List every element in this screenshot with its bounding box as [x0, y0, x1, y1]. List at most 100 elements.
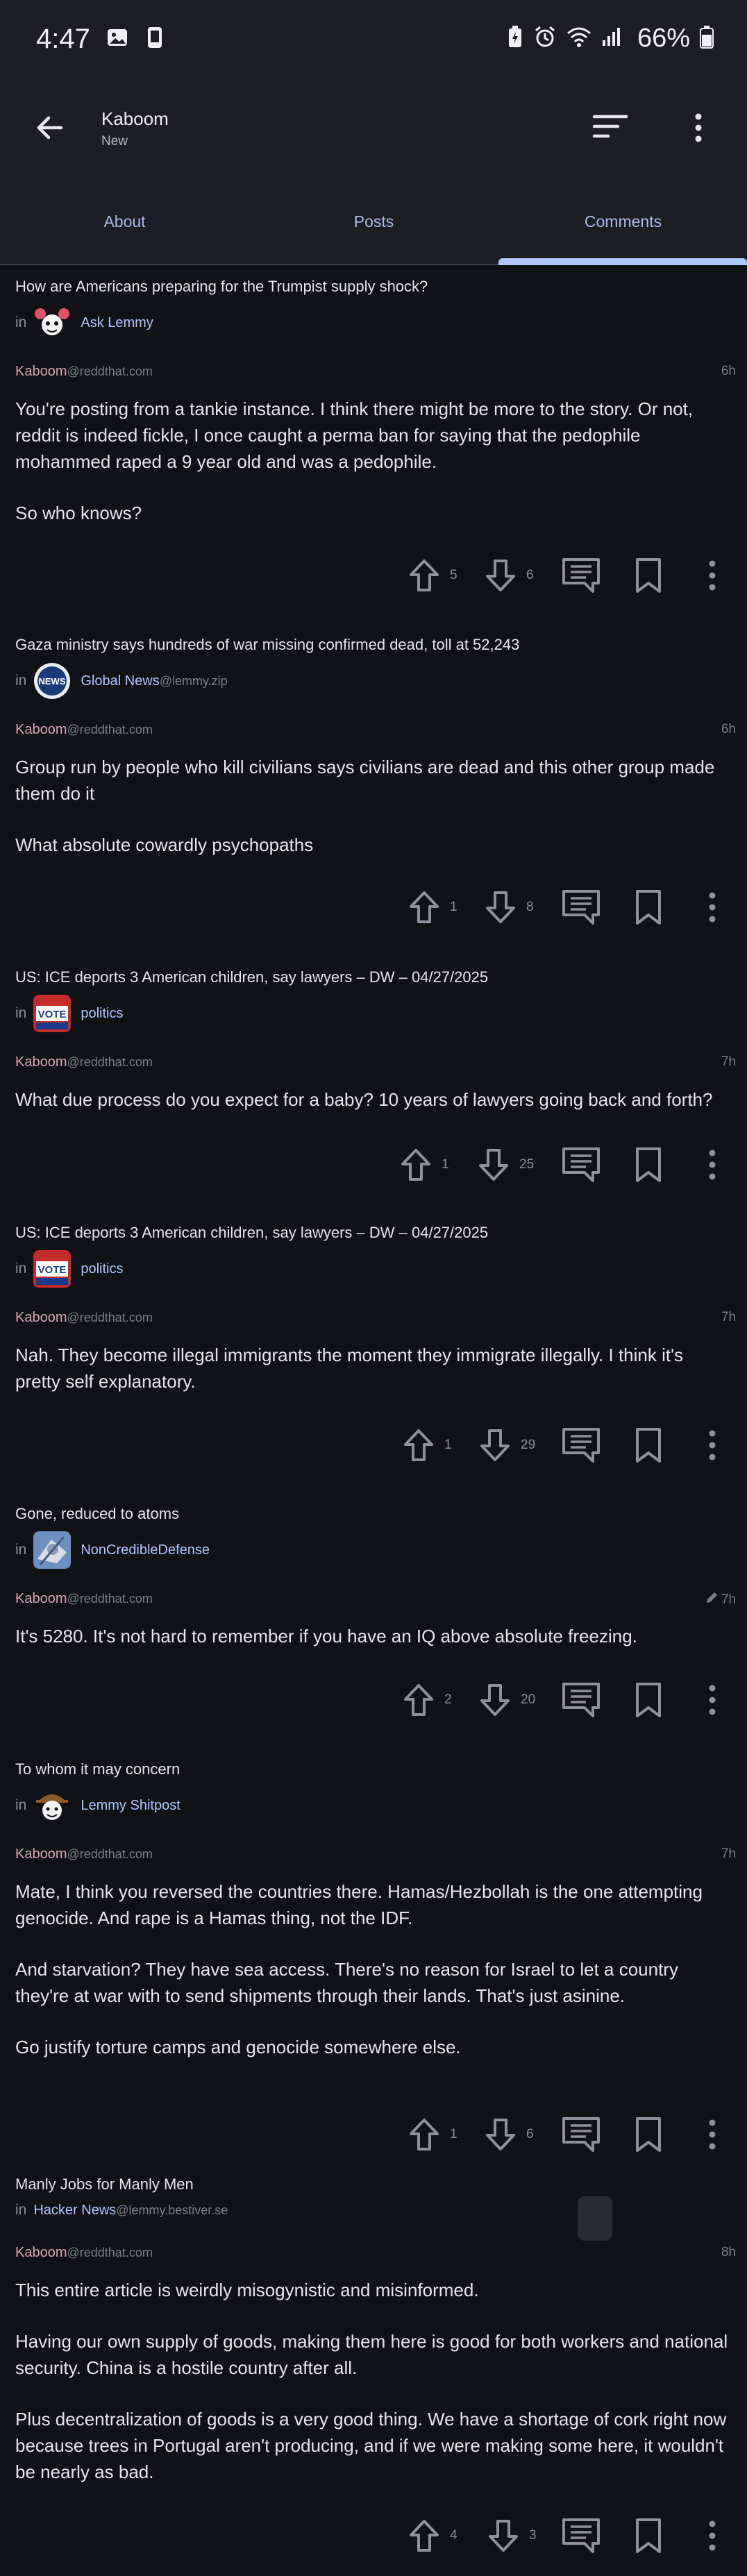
comment-meta[interactable]: Kaboom@reddthat.com	[15, 2245, 153, 2261]
more-options-icon[interactable]	[687, 112, 710, 146]
edited-pencil-icon	[705, 1591, 719, 1609]
bookmark-icon[interactable]	[633, 2511, 664, 2560]
battery-percent: 66%	[637, 24, 690, 53]
community-avatar	[33, 1531, 72, 1569]
downvote-button[interactable]: 20	[478, 1676, 535, 1724]
tab-comments[interactable]: Comments	[498, 179, 747, 264]
post-title[interactable]: Manly Jobs for Manly Men	[15, 2175, 194, 2194]
author-instance: @reddthat.com	[67, 2246, 153, 2259]
reply-icon[interactable]	[561, 1140, 601, 1189]
upvote-button[interactable]: 1	[398, 1140, 449, 1189]
community-row[interactable]: in Ask Lemmy	[15, 304, 153, 342]
bookmark-icon[interactable]	[633, 1421, 664, 1470]
upvote-button[interactable]: 1	[407, 883, 458, 932]
bookmark-icon[interactable]	[633, 551, 664, 600]
downvote-button[interactable]: 6	[483, 551, 534, 600]
bookmark-icon[interactable]	[633, 1140, 664, 1189]
comment-meta[interactable]: Kaboom@reddthat.com	[15, 1054, 153, 1070]
in-label: in	[15, 673, 27, 689]
author-name: Kaboom	[15, 1054, 67, 1070]
in-label: in	[15, 1542, 27, 1558]
community-row[interactable]: in Hacker News @lemmy.bestiver.se	[15, 2202, 228, 2219]
comment-meta[interactable]: Kaboom@reddthat.com	[15, 1310, 153, 1326]
community-row[interactable]: in NonCredibleDefense	[15, 1531, 210, 1569]
svg-text:VOTE: VOTE	[38, 1009, 67, 1020]
comment-more-icon[interactable]	[701, 1421, 723, 1470]
upvote-button[interactable]: 5	[407, 551, 458, 600]
post-title[interactable]: To whom it may concern	[15, 1760, 180, 1778]
app-bar-titles: Kaboom New	[101, 108, 169, 149]
comment-meta[interactable]: Kaboom@reddthat.com	[15, 722, 153, 738]
upvote-button[interactable]: 4	[407, 2511, 458, 2560]
comment-more-icon[interactable]	[701, 551, 723, 600]
reply-icon[interactable]	[561, 2110, 601, 2159]
comment-time: 7h	[721, 1310, 736, 1325]
community-name: politics	[81, 1261, 124, 1277]
reply-icon[interactable]	[561, 2511, 601, 2560]
downvote-button[interactable]: 6	[483, 2110, 534, 2159]
community-instance: @lemmy.zip	[159, 673, 228, 688]
tab-indicator	[498, 258, 747, 265]
time-label: 6h	[721, 364, 736, 378]
tab-about[interactable]: About	[0, 179, 249, 264]
community-row[interactable]: in VOTE politics	[15, 1250, 124, 1288]
sort-icon[interactable]	[591, 112, 629, 145]
comment-more-icon[interactable]	[701, 1140, 723, 1189]
comment-more-icon[interactable]	[701, 2511, 723, 2560]
comment-meta[interactable]: Kaboom@reddthat.com	[15, 364, 153, 380]
upvote-button[interactable]: 1	[401, 1421, 452, 1470]
author-name: Kaboom	[15, 2245, 67, 2260]
comment-meta[interactable]: Kaboom@reddthat.com	[15, 1846, 153, 1862]
wifi-icon	[566, 26, 591, 51]
post-title[interactable]: US: ICE deports 3 American children, say…	[15, 968, 488, 986]
author-name: Kaboom	[15, 364, 67, 379]
upvote-count: 1	[450, 900, 458, 914]
comment-body: Nah. They become illegal immigrants the …	[15, 1342, 729, 1420]
post-title[interactable]: US: ICE deports 3 American children, say…	[15, 1224, 488, 1242]
downvote-button[interactable]: 29	[478, 1421, 535, 1470]
post-title[interactable]: How are Americans preparing for the Trum…	[15, 278, 428, 296]
time-label: 8h	[721, 2245, 736, 2259]
community-avatar	[33, 304, 72, 342]
status-time: 4:47	[36, 23, 90, 54]
author-instance: @reddthat.com	[67, 723, 153, 736]
author-instance: @reddthat.com	[67, 364, 153, 378]
bookmark-icon[interactable]	[633, 883, 664, 932]
comment-more-icon[interactable]	[701, 2110, 723, 2159]
comment-meta[interactable]: Kaboom@reddthat.com	[15, 1591, 153, 1607]
reply-icon[interactable]	[561, 1421, 601, 1470]
author-name: Kaboom	[15, 722, 67, 737]
comment-body: Group run by people who kill civilians s…	[15, 754, 729, 883]
comment-time: 6h	[721, 364, 736, 379]
post-title[interactable]: Gone, reduced to atoms	[15, 1505, 179, 1523]
downvote-button[interactable]: 25	[476, 1140, 534, 1189]
community-row[interactable]: in NEWS Global News @lemmy.zip	[15, 662, 228, 700]
reply-icon[interactable]	[561, 1676, 601, 1724]
bookmark-icon[interactable]	[633, 1676, 664, 1724]
comment-body: You're posting from a tankie instance. I…	[15, 396, 729, 551]
downvote-count: 6	[526, 2127, 534, 2141]
alarm-icon	[533, 25, 557, 52]
post-title[interactable]: Gaza ministry says hundreds of war missi…	[15, 636, 519, 654]
gallery-notification-icon	[106, 26, 129, 53]
tab-posts[interactable]: Posts	[249, 179, 498, 264]
community-row[interactable]: in Lemmy Shitpost	[15, 1787, 181, 1824]
reply-icon[interactable]	[561, 883, 601, 932]
reply-icon[interactable]	[561, 551, 601, 600]
comment-more-icon[interactable]	[701, 883, 723, 932]
author-instance: @reddthat.com	[67, 1311, 153, 1324]
downvote-button[interactable]: 8	[483, 883, 534, 932]
bookmark-icon[interactable]	[633, 2110, 664, 2159]
community-row[interactable]: in VOTE politics	[15, 995, 124, 1032]
comment-more-icon[interactable]	[701, 1676, 723, 1724]
comment-body: This entire article is weirdly misogynis…	[15, 2277, 729, 2510]
upvote-button[interactable]: 1	[407, 2110, 458, 2159]
upvote-button[interactable]: 2	[401, 1676, 452, 1724]
back-arrow-icon[interactable]	[33, 111, 67, 148]
downvote-count: 3	[529, 2528, 537, 2543]
comment-paragraph: Mate, I think you reversed the countries…	[15, 1881, 703, 1928]
community-name: Lemmy Shitpost	[81, 1797, 181, 1813]
comment-body: Mate, I think you reversed the countries…	[15, 1878, 729, 2085]
downvote-button[interactable]: 3	[486, 2511, 537, 2560]
upvote-count: 1	[444, 1438, 452, 1452]
